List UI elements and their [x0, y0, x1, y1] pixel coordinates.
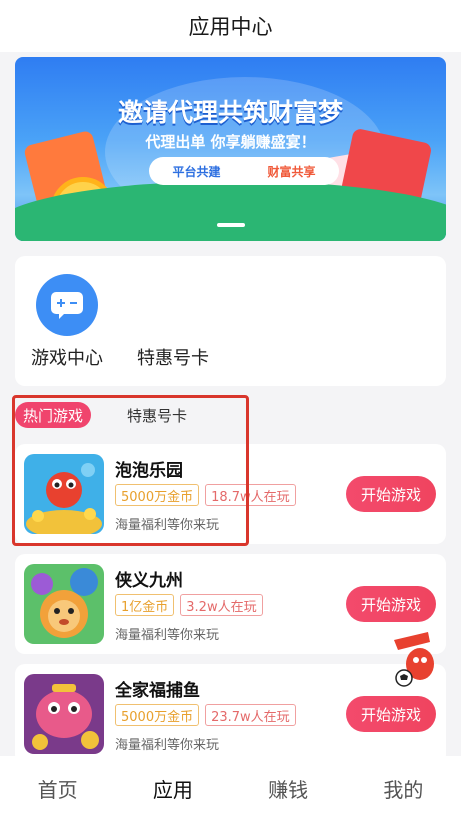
annotation-highlight-box: [12, 395, 249, 546]
banner-subtitle: 代理出单 你享躺赚盛宴！: [145, 133, 316, 151]
carousel-indicator: [217, 223, 245, 227]
app-game-center[interactable]: 游戏中心: [31, 274, 103, 370]
game-name: 侠义九州: [115, 571, 183, 591]
promo-banner[interactable]: 邀请代理共筑财富梦 代理出单 你享躺赚盛宴！ 平台共建 财富共享: [15, 57, 446, 241]
page-title: 应用中心: [188, 15, 273, 39]
coin-tag: 5000万金币: [115, 704, 200, 726]
game-controller-icon: [36, 274, 98, 336]
nav-earn[interactable]: 赚钱: [268, 774, 308, 803]
players-tag: 23.7w人在玩: [205, 704, 296, 726]
players-tag: 3.2w人在玩: [180, 594, 263, 616]
bottom-nav: 首页 应用 赚钱 我的: [0, 756, 461, 820]
game-tags: 1亿金币 3.2w人在玩: [115, 594, 263, 616]
page-header: 应用中心: [0, 0, 461, 52]
game-desc: 海量福利等你来玩: [115, 628, 220, 643]
floating-mascot-icon[interactable]: [388, 630, 444, 690]
start-game-button[interactable]: 开始游戏: [346, 696, 436, 732]
banner-pill-left: 平台共建: [172, 164, 221, 179]
nav-apps[interactable]: 应用: [153, 774, 193, 803]
start-game-button[interactable]: 开始游戏: [346, 586, 436, 622]
nav-mine[interactable]: 我的: [383, 774, 423, 803]
game-card[interactable]: 全家福捕鱼 5000万金币 23.7w人在玩 海量福利等你来玩 开始游戏: [15, 664, 446, 764]
game-desc: 海量福利等你来玩: [115, 738, 220, 753]
app-shortcuts: 游戏中心 特惠号卡: [15, 256, 446, 386]
nav-home[interactable]: 首页: [38, 774, 78, 803]
banner-pill: 平台共建 财富共享: [149, 157, 339, 185]
game-thumbnail: [24, 674, 104, 754]
banner-pill-right: 财富共享: [267, 164, 316, 179]
app-discount-card[interactable]: 特惠号卡: [137, 274, 209, 370]
start-game-button[interactable]: 开始游戏: [346, 476, 436, 512]
coin-tag: 1亿金币: [115, 594, 175, 616]
app-label: 游戏中心: [31, 348, 103, 369]
game-tags: 5000万金币 23.7w人在玩: [115, 704, 296, 726]
app-label: 特惠号卡: [137, 348, 209, 369]
game-name: 全家福捕鱼: [115, 681, 200, 701]
game-card[interactable]: 侠义九州 1亿金币 3.2w人在玩 海量福利等你来玩 开始游戏: [15, 554, 446, 654]
game-thumbnail: [24, 564, 104, 644]
banner-title: 邀请代理共筑财富梦: [117, 98, 343, 127]
